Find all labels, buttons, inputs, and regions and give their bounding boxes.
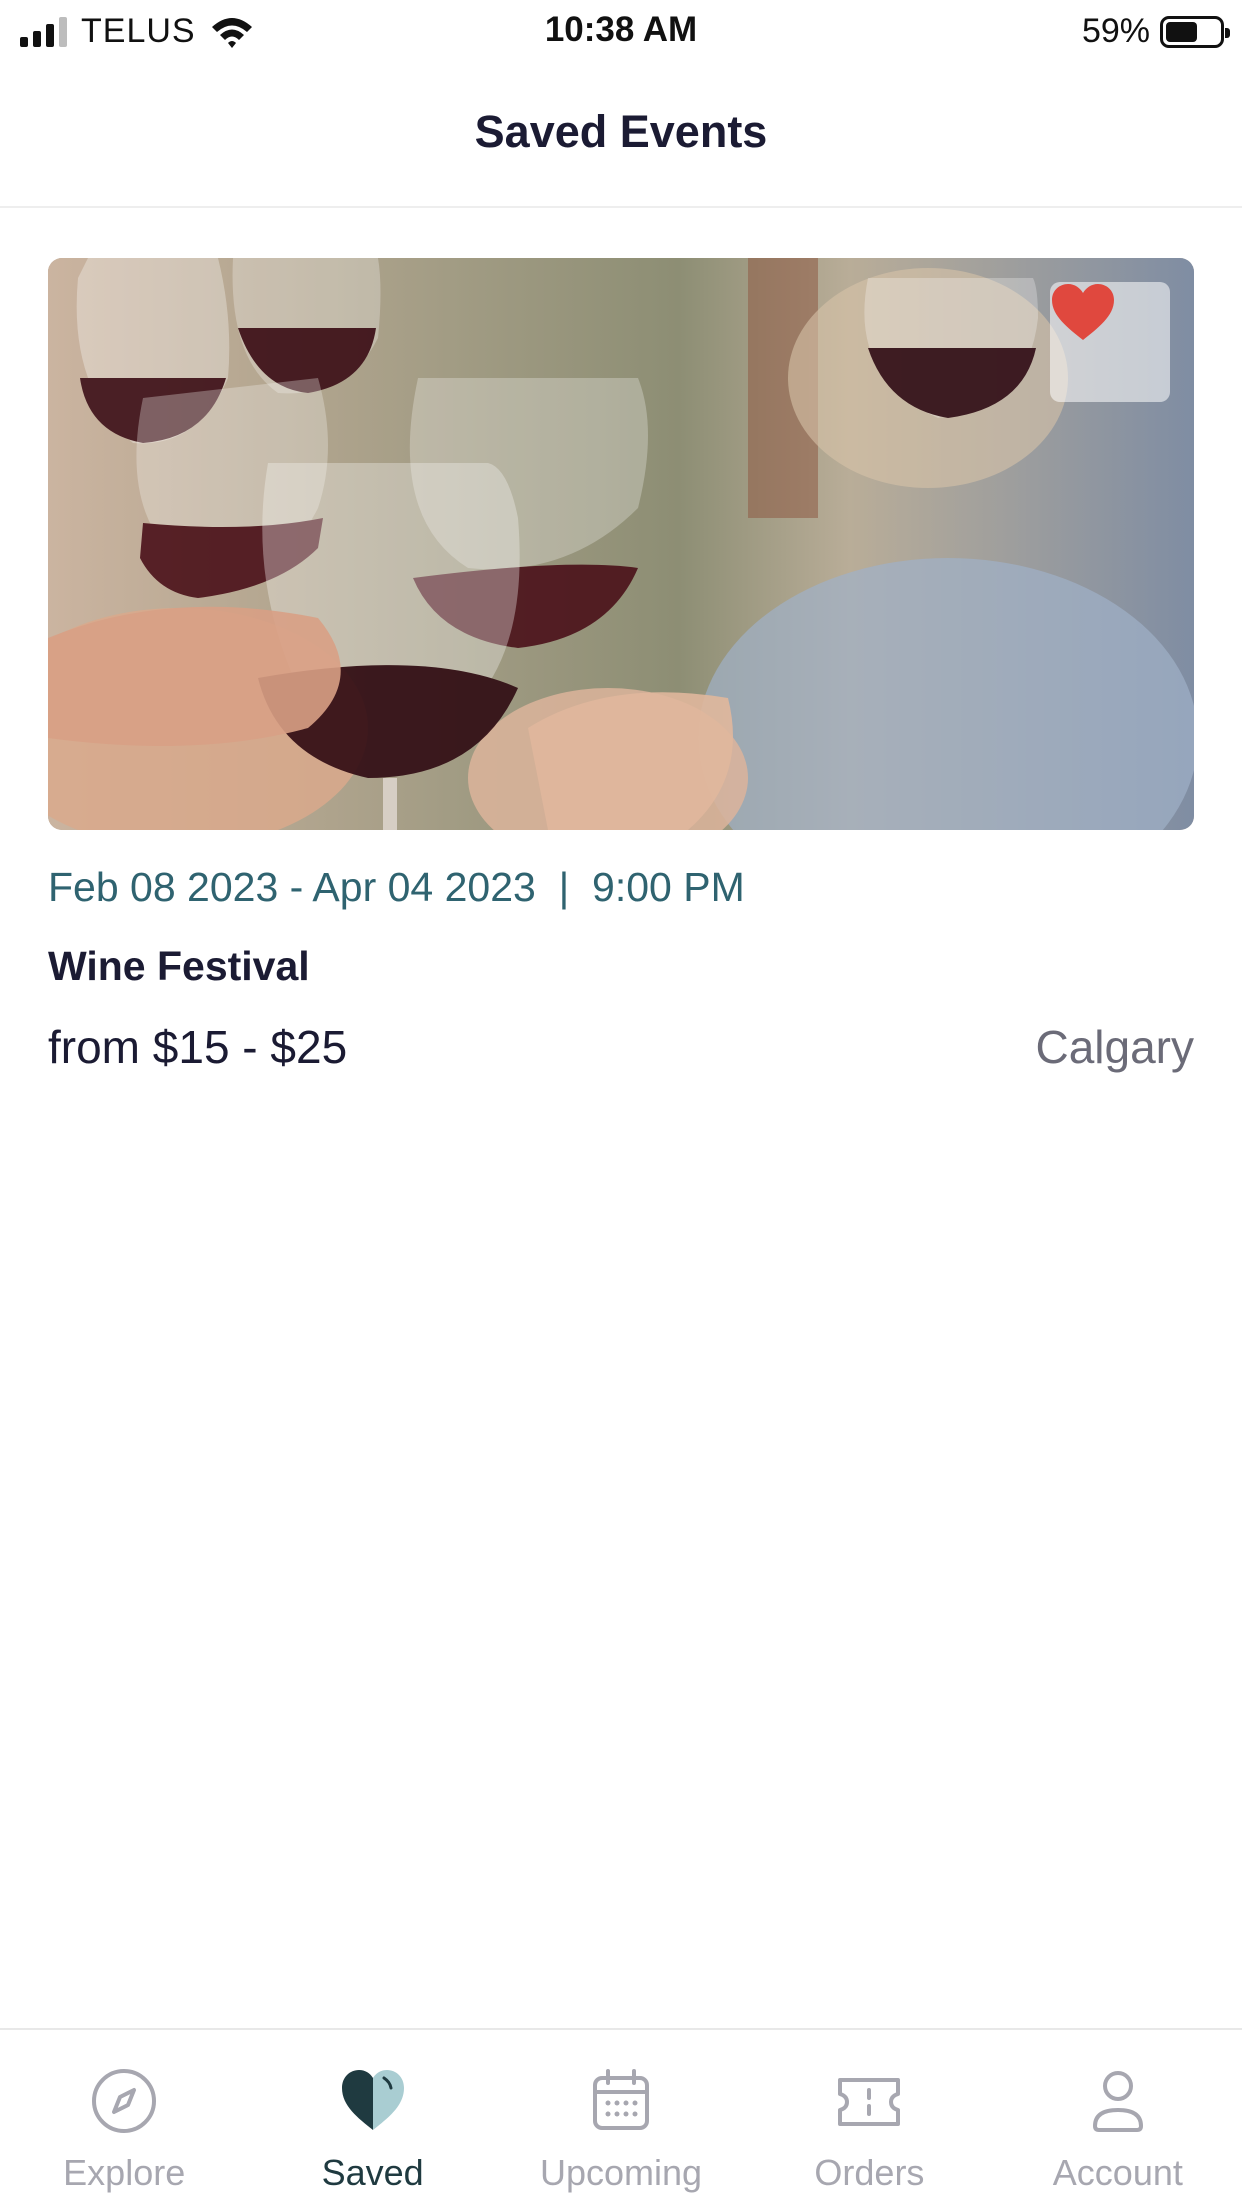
tab-orders[interactable]: Orders <box>745 2030 993 2208</box>
tab-label: Upcoming <box>539 2152 703 2193</box>
price-row: from $15 - $25 Calgary <box>48 1020 1194 1074</box>
status-bar: TELUS 10:38 AM 59% <box>0 0 1242 62</box>
tab-explore[interactable]: Explore <box>0 2030 248 2208</box>
tab-label: Account <box>1052 2152 1183 2193</box>
event-image[interactable] <box>48 258 1194 830</box>
ticket-icon <box>838 2078 901 2126</box>
event-city: Calgary <box>1035 1021 1194 1073</box>
event-card[interactable]: Feb 08 2023 - Apr 04 2023 | 9:00 PM Wine… <box>48 258 1194 1074</box>
person-icon <box>1092 2071 1143 2132</box>
calendar-icon <box>593 2069 650 2130</box>
event-dates: Feb 08 2023 - Apr 04 2023 | 9:00 PM <box>48 864 745 910</box>
compass-icon <box>92 2069 157 2133</box>
saved-events-screen: TELUS 10:38 AM 59% Saved Events Feb 08 2… <box>0 0 1242 2208</box>
battery-level <box>1166 21 1197 42</box>
tab-label: Explore <box>63 2152 186 2193</box>
heart-icon <box>341 2070 404 2130</box>
header: Saved Events <box>0 62 1242 208</box>
event-price: from $15 - $25 <box>48 1021 348 1073</box>
heart-icon <box>1052 284 1114 340</box>
battery-percent: 59% <box>1081 12 1150 50</box>
event-name: Wine Festival <box>48 943 310 989</box>
wine-glasses-photo <box>48 258 1194 830</box>
tab-saved[interactable]: Saved <box>248 2030 496 2208</box>
tab-upcoming[interactable]: Upcoming <box>497 2030 745 2208</box>
tab-bar: Explore Saved Upcoming Orders Account <box>0 2028 1242 2208</box>
status-time: 10:38 AM <box>544 10 698 49</box>
tab-label: Orders <box>814 2152 925 2193</box>
favorite-button[interactable] <box>1050 282 1170 402</box>
tab-label: Saved <box>321 2152 424 2193</box>
tab-account[interactable]: Account <box>994 2030 1242 2208</box>
page-title: Saved Events <box>474 106 768 157</box>
status-right: 59% <box>1081 12 1230 51</box>
battery-icon <box>1160 15 1230 48</box>
